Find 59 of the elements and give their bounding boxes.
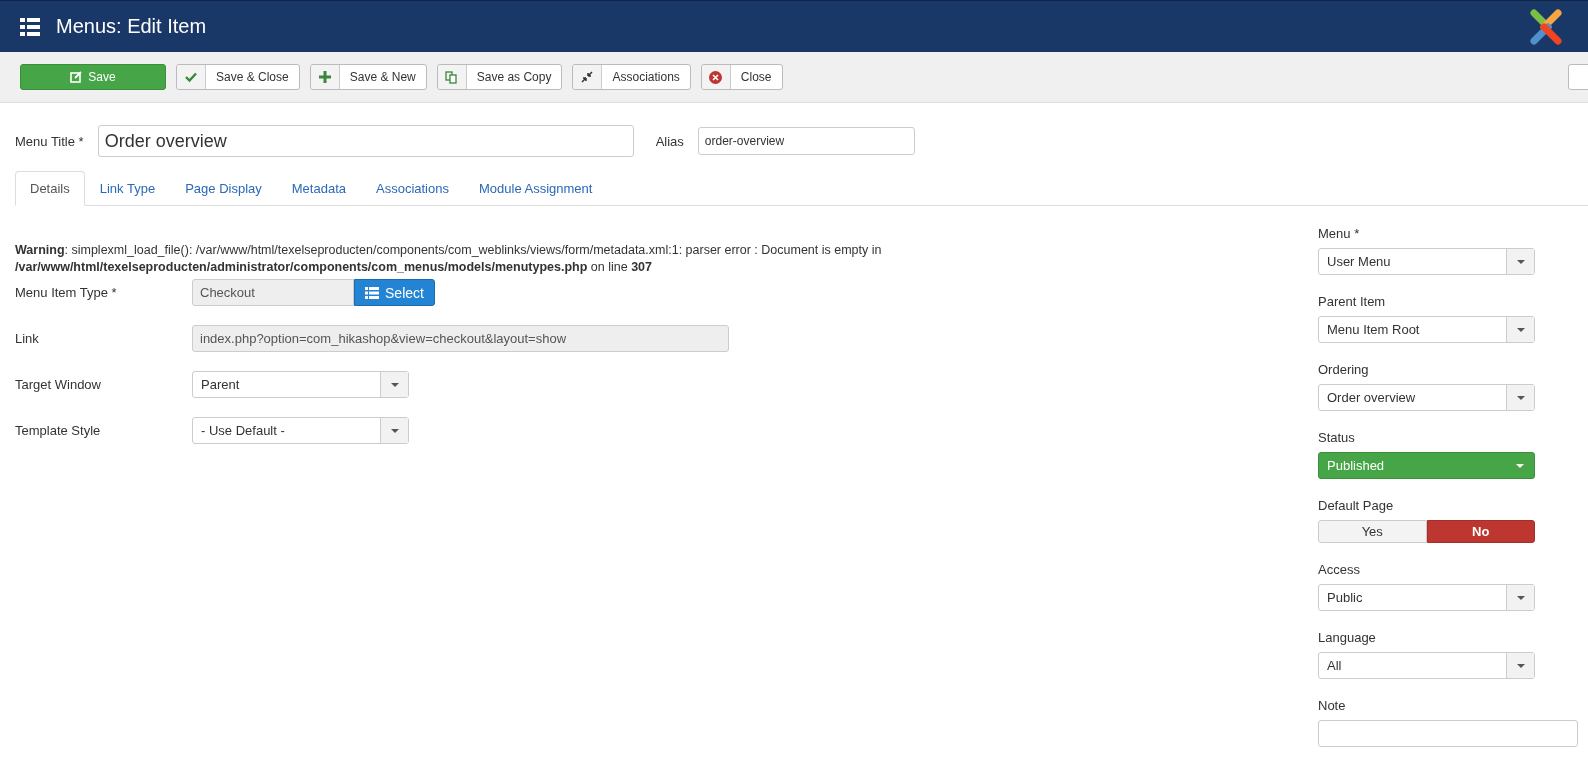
field-label: Menu *: [1318, 226, 1361, 241]
dropdown[interactable]: - Use Default -: [192, 417, 409, 444]
select-button[interactable]: Select: [354, 279, 435, 306]
check-icon: [185, 71, 197, 83]
field-label: Menu Title *: [15, 133, 84, 149]
dropdown[interactable]: Public: [1318, 584, 1535, 611]
field-label: Status: [1318, 430, 1356, 445]
warning-message: /var/www/html/texelseproducten/administrator/components/com_menus/models/menutypes.php on line 307: [15, 259, 653, 276]
page-title: Menus: Edit Item: [56, 15, 207, 38]
type-input[interactable]: Checkout: [192, 279, 354, 306]
alias-input[interactable]: order-overview: [697, 127, 915, 155]
field-label: Ordering: [1318, 362, 1370, 377]
field-label: Alias: [655, 133, 684, 149]
field-label: Link: [15, 331, 40, 346]
toolbar-button[interactable]: Save as Copy: [436, 64, 563, 90]
toggle-option[interactable]: No: [1426, 520, 1535, 543]
edit-icon: [70, 71, 83, 83]
caret-icon: [1516, 395, 1525, 400]
field-label: Default Page: [1318, 498, 1395, 513]
field-label: Language: [1318, 630, 1377, 645]
caret-icon: [1516, 259, 1525, 264]
link-input[interactable]: index.php?option=com_hikashop&view=checkout&layout=show: [192, 325, 729, 352]
dropdown[interactable]: Parent: [192, 371, 409, 398]
plus-icon: [318, 71, 331, 83]
field-label: Parent Item: [1318, 294, 1387, 309]
caret-icon: [1516, 327, 1525, 332]
toggle-option[interactable]: Yes: [1318, 520, 1427, 543]
toolbar-button[interactable]: Close: [700, 64, 783, 90]
dropdown[interactable]: Menu Item Root: [1318, 316, 1535, 343]
title-input[interactable]: Order overview: [97, 125, 634, 157]
dropdown[interactable]: All: [1318, 652, 1535, 679]
copy-icon: [445, 70, 459, 84]
tab[interactable]: Module Assignment: [463, 171, 608, 206]
caret-icon: [390, 428, 399, 433]
tab[interactable]: Page Display: [170, 171, 277, 206]
note-input[interactable]: [1318, 720, 1578, 747]
toolbar-button[interactable]: Associations: [572, 64, 691, 90]
field-label: Note: [1318, 698, 1347, 713]
toolbar-button[interactable]: Save & Close: [176, 64, 300, 90]
collapse-icon: [581, 71, 594, 83]
dropdown[interactable]: Order overview: [1318, 384, 1535, 411]
caret-icon: [1516, 463, 1524, 468]
toolbar-button[interactable]: Save & New: [309, 64, 427, 90]
list-icon: [365, 286, 380, 299]
caret-icon: [390, 382, 399, 387]
field-label: Access: [1318, 562, 1361, 577]
field-label: Template Style: [15, 423, 102, 438]
caret-icon: [1516, 663, 1525, 668]
tab[interactable]: Metadata: [276, 171, 361, 206]
field-label: Menu Item Type *: [15, 285, 118, 300]
list-icon: [20, 17, 40, 36]
caret-icon: [1516, 595, 1525, 600]
warning-message: Warning: simplexml_load_file(): /var/www/html/texelseproducten/components/com_weblinks/views/form/metadata.xml:1: parser error : Document is empty in: [15, 242, 883, 259]
field-label: Target Window: [15, 377, 102, 392]
tab[interactable]: Details: [15, 171, 85, 206]
tab[interactable]: Associations: [361, 171, 464, 206]
close-icon: [709, 70, 723, 84]
tab[interactable]: Link Type: [84, 171, 171, 206]
dropdown[interactable]: User Menu: [1318, 248, 1535, 275]
